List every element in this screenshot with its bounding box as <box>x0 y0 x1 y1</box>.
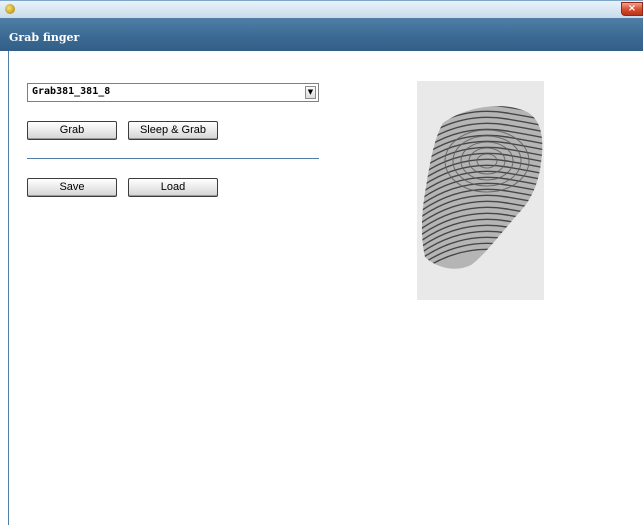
section-divider <box>27 158 319 159</box>
window-title-bar: Grab finger <box>0 18 643 51</box>
device-select[interactable]: Grab381_381_8 ▼ <box>27 83 319 102</box>
app-icon <box>5 4 15 14</box>
grab-button[interactable]: Grab <box>27 121 117 140</box>
fingerprint-image-panel <box>417 81 544 300</box>
chevron-down-icon[interactable]: ▼ <box>305 86 316 99</box>
device-select-value: Grab381_381_8 <box>32 86 111 97</box>
save-button[interactable]: Save <box>27 178 117 197</box>
window-title: Grab finger <box>9 31 80 44</box>
fingerprint-image <box>421 106 543 269</box>
sleep-grab-button[interactable]: Sleep & Grab <box>128 121 218 140</box>
close-button[interactable]: × <box>621 2 643 16</box>
load-button[interactable]: Load <box>128 178 218 197</box>
window-frame-top: × <box>0 0 643 18</box>
window-left-border <box>8 51 9 525</box>
